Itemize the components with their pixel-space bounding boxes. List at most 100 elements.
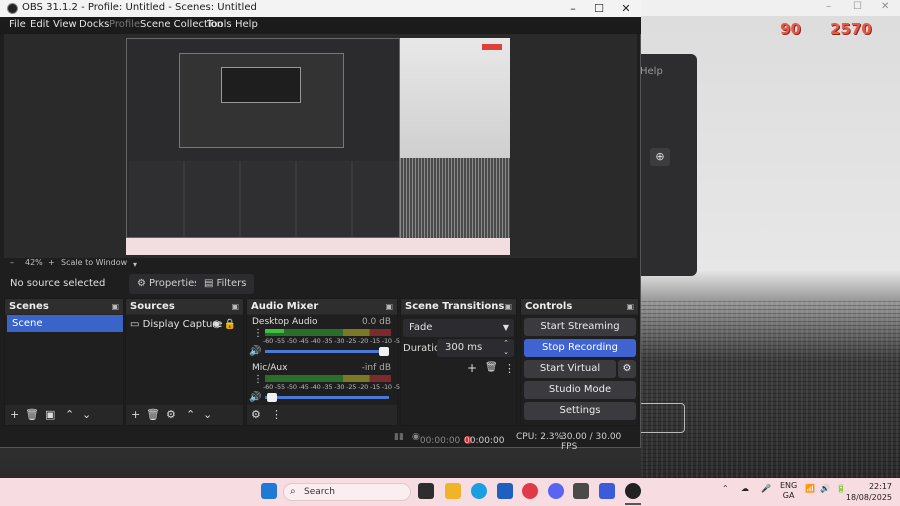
source-list-item[interactable]: ▭ Display Capture ◉ 🔒: [130, 317, 239, 333]
scene-list-item[interactable]: Scene: [7, 315, 123, 332]
trash-icon[interactable]: 🗑: [25, 408, 39, 421]
stop-recording-button[interactable]: Stop Recording: [524, 339, 636, 357]
controls-title: Controls: [525, 301, 573, 312]
filters-button[interactable]: ▤ Filters: [196, 274, 255, 294]
start-windows-icon[interactable]: [261, 483, 277, 499]
float-dock-icon[interactable]: ▣: [504, 302, 512, 311]
float-dock-icon[interactable]: ▣: [111, 302, 119, 311]
window-title: OBS 31.1.2 - Profile: Untitled - Scenes:…: [22, 2, 257, 13]
speaker-icon[interactable]: 🔊: [249, 346, 261, 357]
mixer-channel: Mic/Aux -inf dB ⋮ -60 -55 -50 -45 -40 -3…: [247, 361, 406, 407]
settings-button[interactable]: Settings: [524, 402, 636, 420]
no-source-label: No source selected: [10, 278, 106, 289]
menu-file[interactable]: File: [9, 19, 26, 30]
maximize-button[interactable]: ☐: [585, 0, 613, 17]
store-icon[interactable]: [497, 483, 513, 499]
filter-icon[interactable]: ▣: [45, 408, 55, 421]
app-icon[interactable]: [573, 483, 589, 499]
taskbar-clock[interactable]: 22:17 18/08/2025: [846, 481, 892, 503]
float-dock-icon[interactable]: ▣: [385, 302, 393, 311]
scenes-dock: Scenes ▣ Scene + 🗑 ▣ ⌃ ⌄: [4, 298, 124, 426]
battery-icon[interactable]: 🔋: [836, 484, 846, 493]
preview-taskbar: [126, 238, 510, 255]
speaker-icon[interactable]: 🔊: [249, 392, 261, 403]
move-down-icon[interactable]: ⌄: [203, 408, 212, 421]
volume-slider[interactable]: [265, 393, 389, 402]
cloud-icon[interactable]: ☁: [741, 484, 749, 493]
studio-mode-button[interactable]: Studio Mode: [524, 381, 636, 399]
trash-icon[interactable]: 🗑: [146, 408, 160, 421]
duration-input[interactable]: 300 ms ⌃ ⌄: [437, 339, 514, 357]
preview-record-indicator: [482, 44, 502, 50]
gear-icon[interactable]: ⚙: [166, 408, 176, 421]
background-help-menu[interactable]: Help: [640, 66, 663, 77]
preview-canvas[interactable]: [126, 38, 510, 255]
start-virtual-camera-button[interactable]: Start Virtual Camera: [524, 360, 616, 392]
channel-menu-icon[interactable]: ⋮: [253, 374, 263, 385]
add-icon[interactable]: +: [467, 361, 477, 375]
task-view-icon[interactable]: [418, 483, 434, 499]
lock-icon[interactable]: 🔒: [224, 317, 236, 333]
float-dock-icon[interactable]: ▣: [626, 302, 634, 311]
audio-mixer-title: Audio Mixer: [251, 301, 319, 312]
minimize-button[interactable]: –: [559, 0, 587, 17]
eye-icon[interactable]: ◉: [212, 317, 221, 333]
start-streaming-button[interactable]: Start Streaming: [524, 318, 636, 336]
menu-bar: File Edit View Docks Profile Scene Colle…: [0, 17, 641, 34]
zoom-value: 42%: [25, 258, 43, 267]
zoom-dropdown-icon[interactable]: ▾: [133, 260, 137, 269]
audio-mixer-dock: Audio Mixer ▣ Desktop Audio 0.0 dB ⋮ -60…: [246, 298, 406, 426]
edge-icon[interactable]: [471, 483, 487, 499]
menu-tools[interactable]: Tools: [207, 19, 232, 30]
menu-help[interactable]: Help: [235, 19, 258, 30]
menu-edit[interactable]: Edit: [30, 19, 49, 30]
zoom-out-button[interactable]: –: [10, 258, 14, 267]
file-explorer-icon[interactable]: [445, 483, 461, 499]
preview-floor: [400, 158, 510, 238]
move-down-icon[interactable]: ⌄: [82, 408, 91, 421]
obs-window: OBS 31.1.2 - Profile: Untitled - Scenes:…: [0, 0, 641, 452]
transition-select[interactable]: Fade ▼: [403, 319, 514, 337]
channel-db: -inf dB: [361, 363, 391, 373]
zoom-bar: – 42% + Scale to Window ▾: [4, 258, 637, 270]
obs-taskbar-icon[interactable]: [625, 483, 641, 499]
float-dock-icon[interactable]: ▣: [231, 302, 239, 311]
menu-view[interactable]: View: [53, 19, 77, 30]
preview-room: [400, 38, 510, 158]
mixer-menu-icon[interactable]: ⋮: [271, 408, 282, 421]
volume-icon[interactable]: 🔊: [820, 484, 830, 493]
opera-icon[interactable]: [522, 483, 538, 499]
discord-icon[interactable]: [548, 483, 564, 499]
language-indicator[interactable]: ENG GA: [780, 481, 797, 501]
mic-icon[interactable]: 🎤: [761, 484, 771, 493]
volume-slider[interactable]: [265, 347, 389, 356]
obs-logo-icon: [7, 3, 18, 14]
menu-docks[interactable]: Docks: [79, 19, 109, 30]
wifi-icon[interactable]: 📶: [805, 484, 815, 493]
move-up-icon[interactable]: ⌃: [186, 408, 195, 421]
taskbar-search[interactable]: ⌕ Search: [283, 483, 411, 501]
transition-menu-icon[interactable]: ⋮: [504, 362, 515, 375]
zoom-in-button[interactable]: +: [48, 258, 55, 267]
add-icon[interactable]: +: [10, 408, 19, 421]
move-up-icon[interactable]: ⌃: [65, 408, 74, 421]
background-input-box[interactable]: [641, 403, 685, 433]
zoom-icon[interactable]: ⊕: [650, 148, 670, 166]
channel-name: Mic/Aux: [252, 363, 288, 373]
close-button[interactable]: ✕: [612, 0, 640, 17]
trash-icon[interactable]: 🗑: [485, 362, 498, 373]
chevron-up-icon[interactable]: ⌃: [722, 484, 729, 493]
scale-to-window[interactable]: Scale to Window: [61, 258, 127, 267]
stepper-icon[interactable]: ⌃ ⌄: [503, 339, 509, 357]
search-icon: ⌕: [290, 486, 296, 497]
mixer-channel: Desktop Audio 0.0 dB ⋮ -60 -55 -50 -45 -…: [247, 315, 406, 361]
channel-menu-icon[interactable]: ⋮: [253, 328, 263, 339]
stream-status: ◉ 00:00:00: [412, 432, 461, 446]
menu-profile[interactable]: Profile: [109, 19, 140, 30]
source-toolbar: No source selected ⚙ Properties ▤ Filters: [4, 272, 637, 296]
virtual-camera-gear-icon[interactable]: ⚙: [618, 360, 636, 378]
app-icon-blue[interactable]: [599, 483, 615, 499]
background-window-titlebar: – ☐ ✕: [641, 0, 900, 16]
add-icon[interactable]: +: [131, 408, 140, 421]
advanced-audio-icon[interactable]: ⚙: [251, 408, 261, 421]
